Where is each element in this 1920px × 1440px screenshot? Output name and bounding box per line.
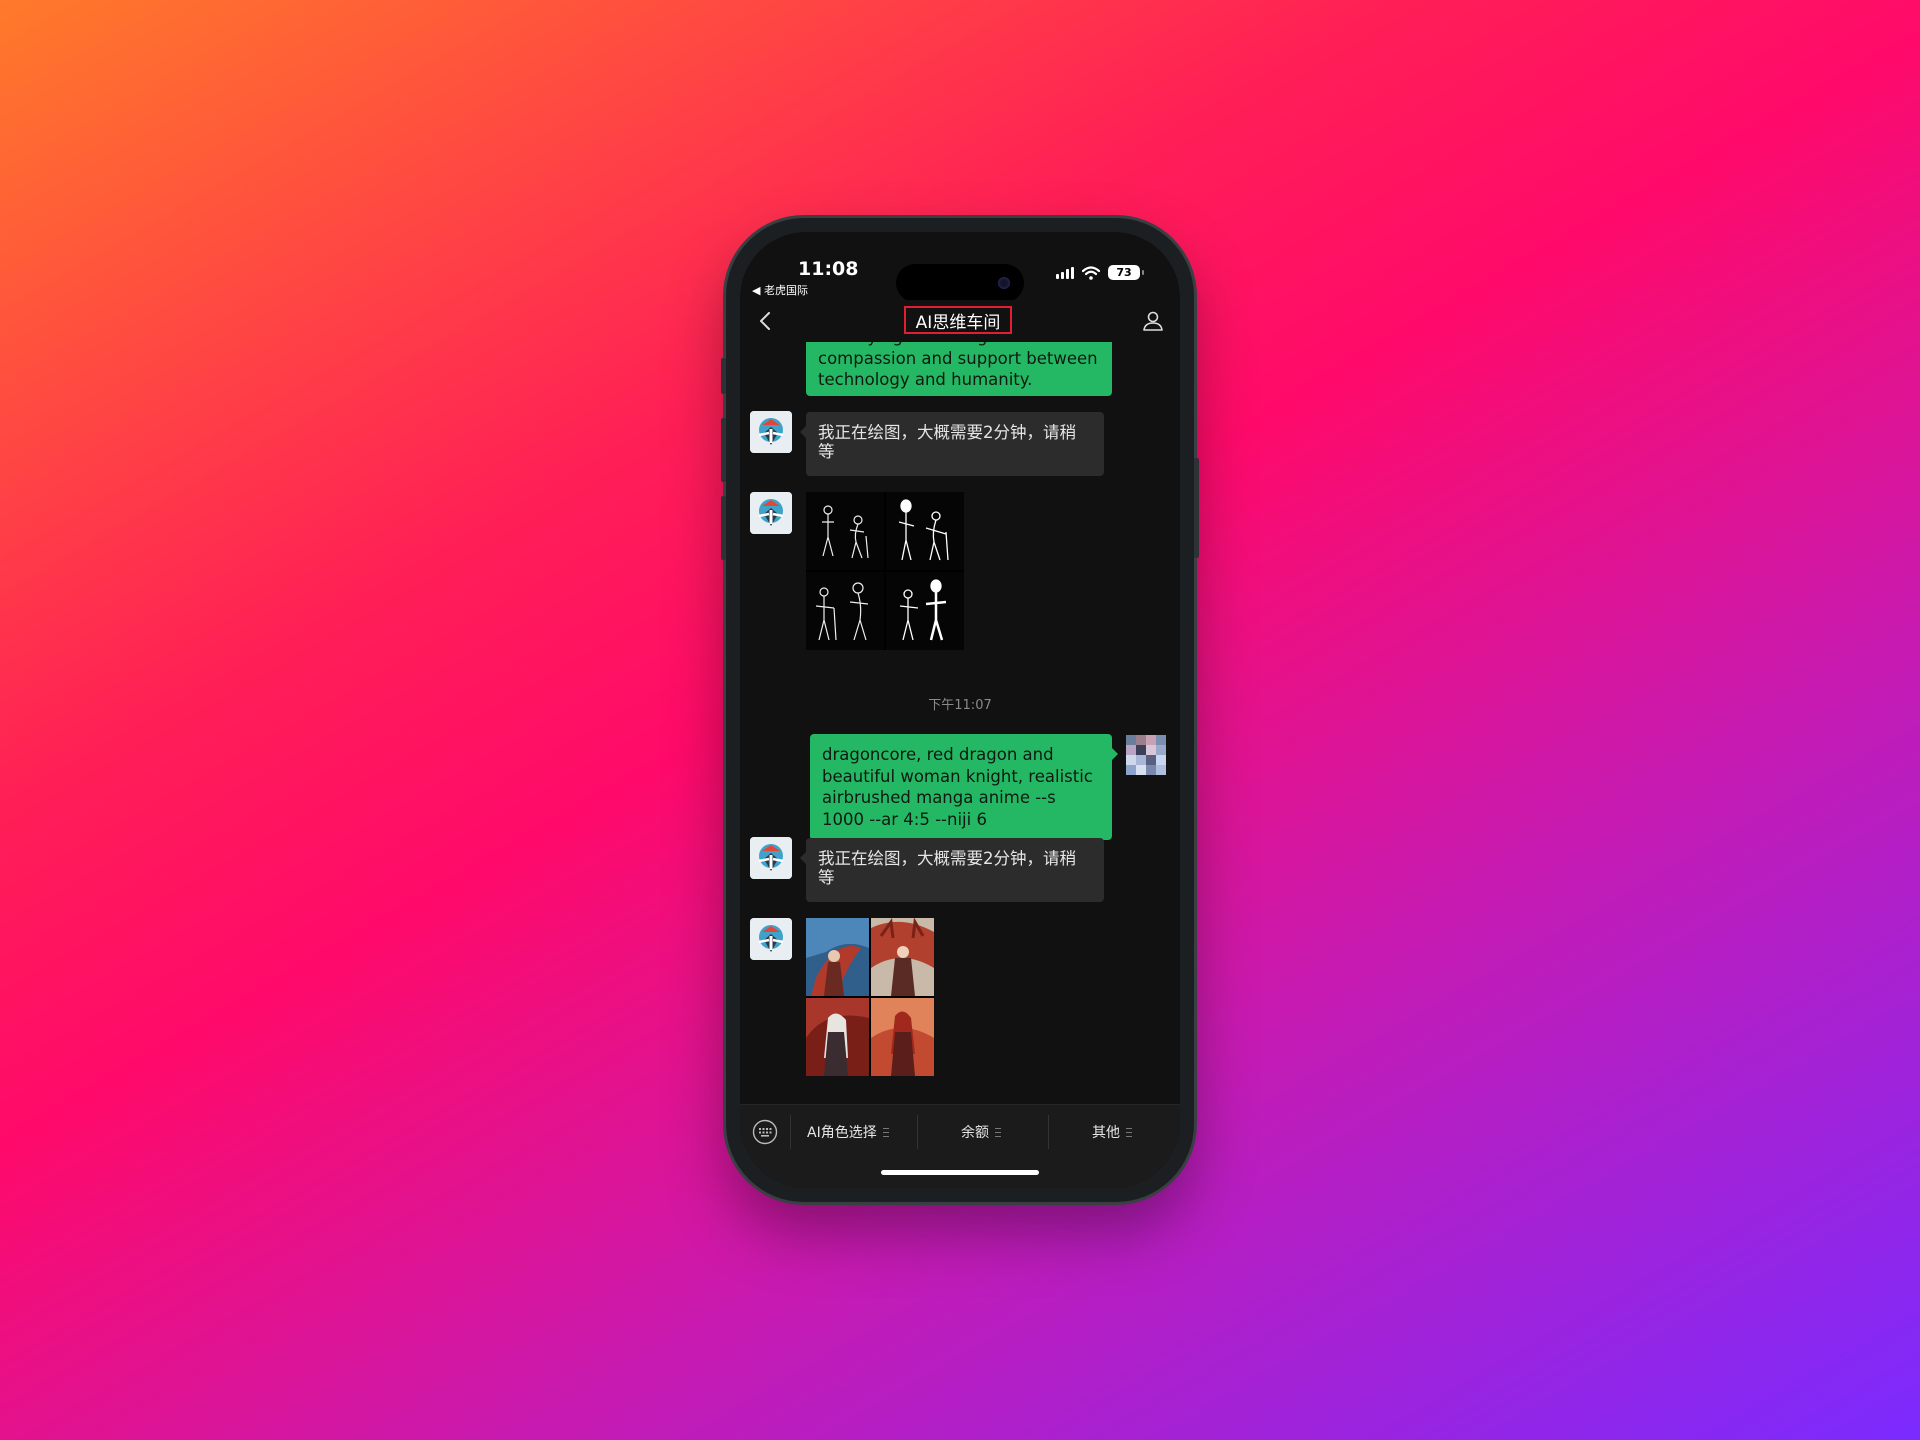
camera-icon: [998, 277, 1010, 289]
image-tile[interactable]: [806, 998, 869, 1076]
volume-down-button: [721, 496, 726, 560]
menu-balance[interactable]: 余额: [961, 1122, 1001, 1142]
bot-message[interactable]: 我正在绘图，大概需要2分钟，请稍等: [800, 412, 1104, 476]
bot-avatar[interactable]: [750, 918, 792, 960]
bot-logo-icon: [750, 837, 792, 879]
submenu-icon: [1126, 1127, 1132, 1137]
user-message[interactable]: conveying a message of compassion and su…: [806, 342, 1112, 396]
screen: 11:08 ◀ 老虎国际 73 AI思维车间 compassion and su…: [740, 232, 1180, 1188]
menu-ai-role[interactable]: AI角色选择: [807, 1122, 889, 1142]
person-icon[interactable]: [1142, 310, 1164, 332]
battery-icon: 73: [1108, 265, 1144, 280]
signal-icon: [1056, 266, 1074, 279]
wifi-icon: [1082, 265, 1100, 280]
user-avatar[interactable]: [1126, 735, 1166, 775]
submenu-icon: [882, 1127, 889, 1137]
bot-logo-icon: [750, 918, 792, 960]
status-icons: 73: [1056, 265, 1144, 280]
chevron-left-icon[interactable]: [758, 312, 774, 330]
mute-switch: [721, 358, 726, 394]
bot-avatar[interactable]: [750, 837, 792, 879]
power-button: [1194, 458, 1199, 558]
generated-image-dragon[interactable]: [806, 918, 934, 1076]
bot-avatar[interactable]: [750, 411, 792, 453]
menu-other[interactable]: 其他: [1092, 1122, 1132, 1142]
phone-frame: 11:08 ◀ 老虎国际 73 AI思维车间 compassion and su…: [721, 218, 1199, 1202]
menu-item-label: 余额: [961, 1125, 989, 1141]
keyboard-icon[interactable]: [752, 1119, 778, 1145]
image-tile[interactable]: [806, 572, 884, 650]
image-tile[interactable]: [871, 918, 934, 996]
image-tile[interactable]: [806, 492, 884, 570]
user-message[interactable]: dragoncore, red dragon and beautiful wom…: [810, 734, 1118, 840]
status-time: 11:08: [798, 258, 859, 280]
bot-logo-icon: [750, 411, 792, 453]
menu-item-label: AI角色选择: [807, 1125, 877, 1141]
image-tile[interactable]: [806, 918, 869, 996]
chat-area[interactable]: conveying a message of compassion and su…: [740, 342, 1180, 1104]
submenu-icon: [995, 1127, 1001, 1137]
bot-message[interactable]: 我正在绘图，大概需要2分钟，请稍等: [800, 838, 1104, 902]
back-to-app-link[interactable]: ◀ 老虎国际: [752, 282, 808, 298]
dynamic-island: [896, 264, 1024, 302]
menu-bar: AI角色选择 余额 其他: [740, 1104, 1180, 1188]
pixelated-avatar-icon: [1126, 735, 1166, 775]
volume-up-button: [721, 418, 726, 482]
message-timestamp: 下午11:07: [928, 698, 992, 713]
menu-divider: [1048, 1115, 1049, 1149]
bot-avatar[interactable]: [750, 492, 792, 534]
generated-image-sketch[interactable]: [806, 492, 964, 650]
nav-bar: AI思维车间: [740, 300, 1180, 342]
menu-divider: [790, 1115, 791, 1149]
menu-divider: [917, 1115, 918, 1149]
menu-item-label: 其他: [1092, 1125, 1120, 1141]
image-tile[interactable]: [886, 572, 964, 650]
bot-logo-icon: [750, 492, 792, 534]
image-tile[interactable]: [871, 998, 934, 1076]
chat-title: AI思维车间: [904, 306, 1012, 334]
image-tile[interactable]: [886, 492, 964, 570]
home-indicator[interactable]: [881, 1170, 1039, 1175]
